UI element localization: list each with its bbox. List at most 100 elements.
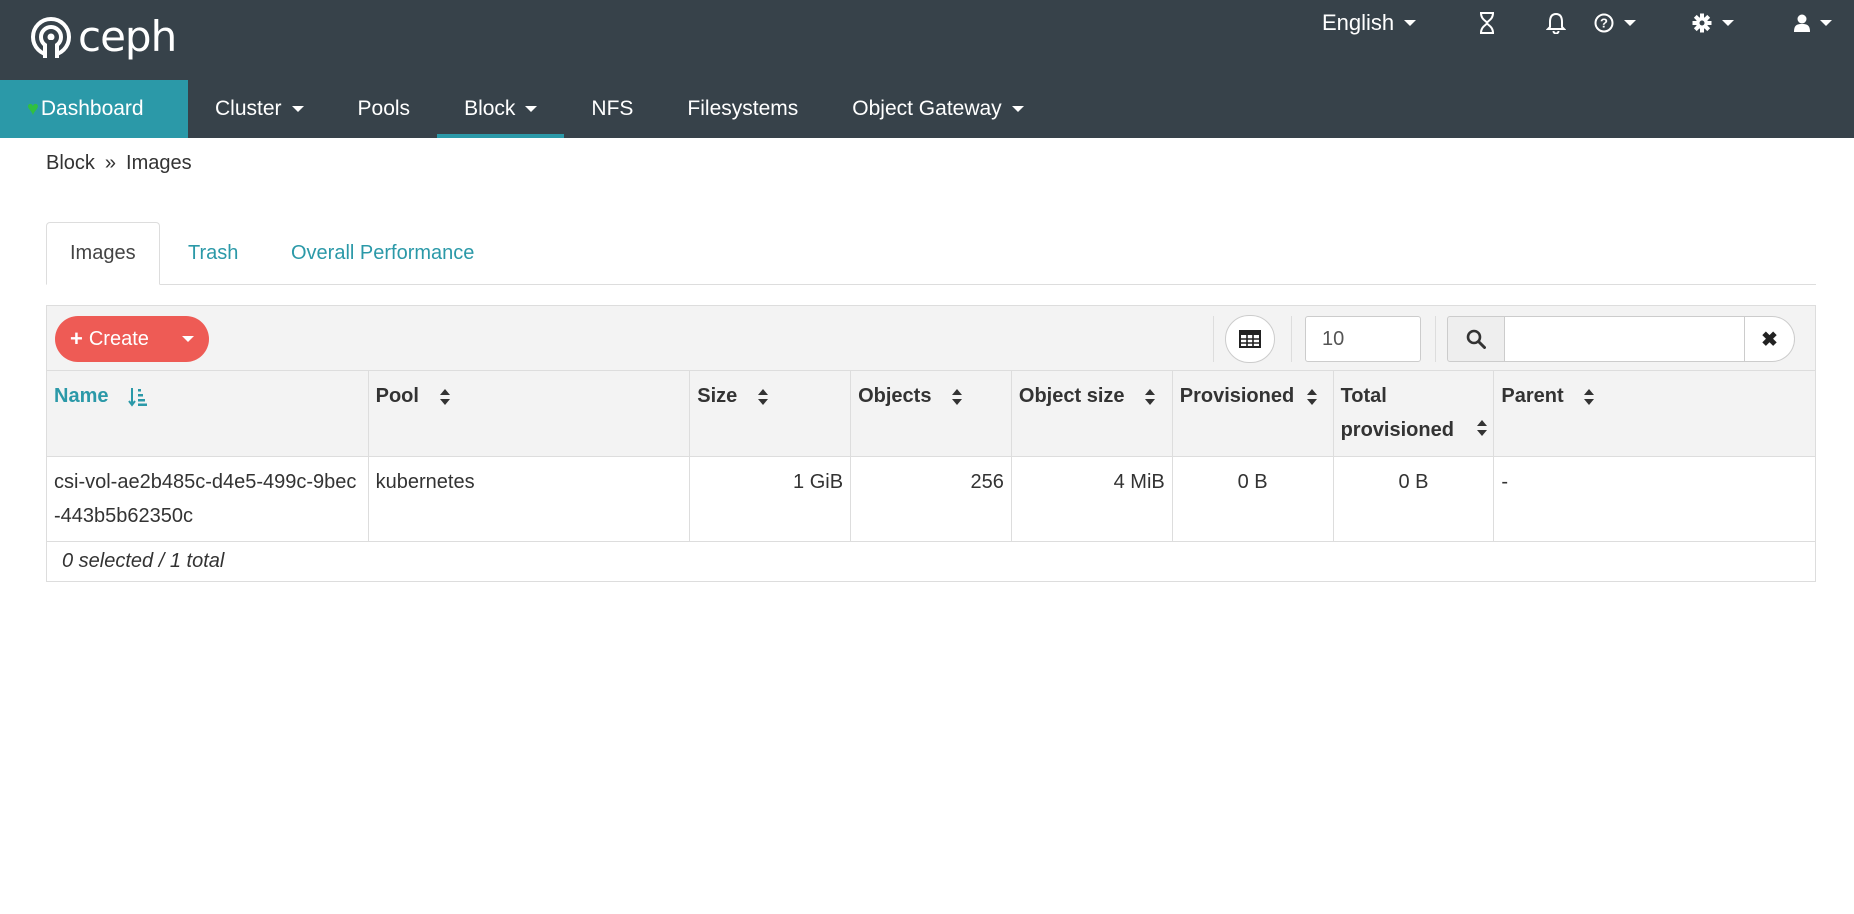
tasks-button[interactable] bbox=[1478, 8, 1496, 38]
create-button-group: + Create bbox=[55, 316, 209, 362]
toolbar-divider bbox=[1213, 316, 1214, 362]
cell-objects: 256 bbox=[851, 457, 1012, 541]
nav-label: Object Gateway bbox=[852, 97, 1002, 120]
nav-filesystems[interactable]: Filesystems bbox=[660, 80, 825, 138]
search-group: ✖ bbox=[1447, 316, 1795, 362]
table-header-row: Name Pool Size Objects Object size Provi… bbox=[47, 371, 1815, 457]
sort-icon bbox=[1476, 420, 1487, 436]
table-row[interactable]: csi-vol-ae2b485c-d4e5-499c-9bec-443b5b62… bbox=[47, 457, 1815, 542]
cell-total-provisioned: 0 B bbox=[1334, 457, 1495, 541]
cell-object-size: 4 MiB bbox=[1012, 457, 1173, 541]
column-header-name[interactable]: Name bbox=[47, 371, 369, 456]
chevron-down-icon bbox=[182, 336, 194, 342]
table-footer: 0 selected / 1 total bbox=[47, 542, 1815, 582]
chevron-down-icon bbox=[291, 106, 304, 112]
create-dropdown-toggle[interactable] bbox=[167, 316, 209, 362]
column-label: Total provisioned bbox=[1340, 385, 1454, 441]
nav-block[interactable]: Block bbox=[437, 80, 565, 138]
toolbar-divider bbox=[1291, 316, 1292, 362]
close-icon: ✖ bbox=[1761, 328, 1778, 351]
nav-nfs[interactable]: NFS bbox=[564, 80, 660, 138]
images-table: Name Pool Size Objects Object size Provi… bbox=[46, 371, 1816, 582]
double-chevron-right-icon: » bbox=[104, 152, 117, 174]
user-menu[interactable] bbox=[1794, 8, 1832, 38]
top-header: ceph English ? ♥ Dashboard Cluster Pools… bbox=[0, 0, 1854, 138]
clear-search-button[interactable]: ✖ bbox=[1745, 316, 1795, 362]
column-header-parent[interactable]: Parent bbox=[1494, 371, 1815, 456]
ceph-logo[interactable]: ceph bbox=[30, 12, 177, 61]
notifications-button[interactable] bbox=[1546, 8, 1566, 38]
tab-overall-performance[interactable]: Overall Performance bbox=[291, 222, 474, 284]
nav-label: Pools bbox=[357, 97, 411, 120]
cell-size: 1 GiB bbox=[690, 457, 852, 541]
brand-name: ceph bbox=[78, 12, 177, 61]
main-nav: ♥ Dashboard Cluster Pools Block NFS File… bbox=[0, 80, 1051, 138]
toolbar-divider bbox=[1435, 316, 1436, 362]
column-header-size[interactable]: Size bbox=[690, 371, 852, 456]
language-label: English bbox=[1322, 10, 1395, 35]
column-header-object-size[interactable]: Object size bbox=[1012, 371, 1173, 456]
column-label: Object size bbox=[1018, 385, 1125, 407]
column-header-objects[interactable]: Objects bbox=[851, 371, 1012, 456]
column-label: Parent bbox=[1501, 385, 1564, 407]
nav-label: Dashboard bbox=[40, 97, 144, 120]
tab-bar: Images Trash Overall Performance bbox=[46, 222, 1816, 285]
user-icon bbox=[1794, 14, 1810, 32]
tab-images[interactable]: Images bbox=[46, 222, 160, 285]
table-icon bbox=[1239, 330, 1261, 348]
nav-dashboard[interactable]: ♥ Dashboard bbox=[0, 80, 188, 138]
chevron-down-icon bbox=[1011, 106, 1024, 112]
column-header-provisioned[interactable]: Provisioned bbox=[1173, 371, 1334, 456]
help-icon: ? bbox=[1594, 13, 1614, 33]
chevron-down-icon bbox=[1624, 20, 1636, 26]
create-label: Create bbox=[88, 327, 149, 350]
gear-icon bbox=[1692, 13, 1712, 33]
chevron-down-icon bbox=[1722, 20, 1734, 26]
cell-provisioned: 0 B bbox=[1173, 457, 1334, 541]
help-menu[interactable]: ? bbox=[1594, 8, 1636, 38]
cell-parent: - bbox=[1501, 471, 1509, 493]
plus-icon: + bbox=[70, 326, 83, 351]
page-size-input[interactable]: 10 bbox=[1305, 316, 1421, 362]
column-label: Name bbox=[54, 385, 109, 407]
chevron-down-icon bbox=[1820, 20, 1832, 26]
breadcrumb: Block » Images bbox=[46, 152, 192, 175]
ceph-logo-icon bbox=[31, 17, 71, 58]
nav-cluster[interactable]: Cluster bbox=[188, 80, 331, 138]
column-label: Provisioned bbox=[1179, 385, 1295, 407]
sort-icon bbox=[952, 388, 962, 405]
sort-icon bbox=[1306, 388, 1317, 405]
hourglass-icon bbox=[1480, 12, 1494, 34]
bell-icon bbox=[1546, 12, 1566, 34]
column-header-pool[interactable]: Pool bbox=[369, 371, 691, 456]
create-button[interactable]: + Create bbox=[55, 316, 167, 362]
column-label: Objects bbox=[858, 385, 932, 407]
search-input[interactable] bbox=[1505, 316, 1745, 362]
column-label: Size bbox=[697, 385, 738, 407]
nav-label: Filesystems bbox=[687, 97, 799, 120]
sort-ascending-icon bbox=[128, 387, 148, 407]
column-label: Pool bbox=[375, 385, 419, 407]
nav-pools[interactable]: Pools bbox=[331, 80, 438, 138]
nav-object-gateway[interactable]: Object Gateway bbox=[825, 80, 1050, 138]
table-toolbar: + Create 10 ✖ bbox=[46, 305, 1816, 371]
nav-label: Cluster bbox=[215, 97, 282, 120]
breadcrumb-current: Images bbox=[126, 152, 192, 174]
column-header-total-provisioned[interactable]: Total provisioned bbox=[1334, 371, 1495, 456]
sort-icon bbox=[439, 388, 450, 405]
nav-label: NFS bbox=[591, 97, 634, 120]
breadcrumb-parent[interactable]: Block bbox=[46, 152, 95, 175]
sort-icon bbox=[1145, 388, 1156, 405]
tab-trash[interactable]: Trash bbox=[188, 222, 238, 284]
chevron-down-icon bbox=[525, 106, 538, 112]
search-icon bbox=[1447, 316, 1505, 362]
cell-name: csi-vol-ae2b485c-d4e5-499c-9bec-443b5b62… bbox=[47, 457, 369, 541]
heart-icon: ♥ bbox=[27, 97, 39, 120]
sort-icon bbox=[1584, 388, 1595, 405]
language-selector[interactable]: English bbox=[1322, 8, 1417, 38]
column-toggle-button[interactable] bbox=[1225, 315, 1275, 363]
nav-label: Block bbox=[464, 97, 516, 120]
chevron-down-icon bbox=[1404, 20, 1417, 26]
svg-text:?: ? bbox=[1600, 16, 1608, 31]
settings-menu[interactable] bbox=[1692, 8, 1734, 38]
